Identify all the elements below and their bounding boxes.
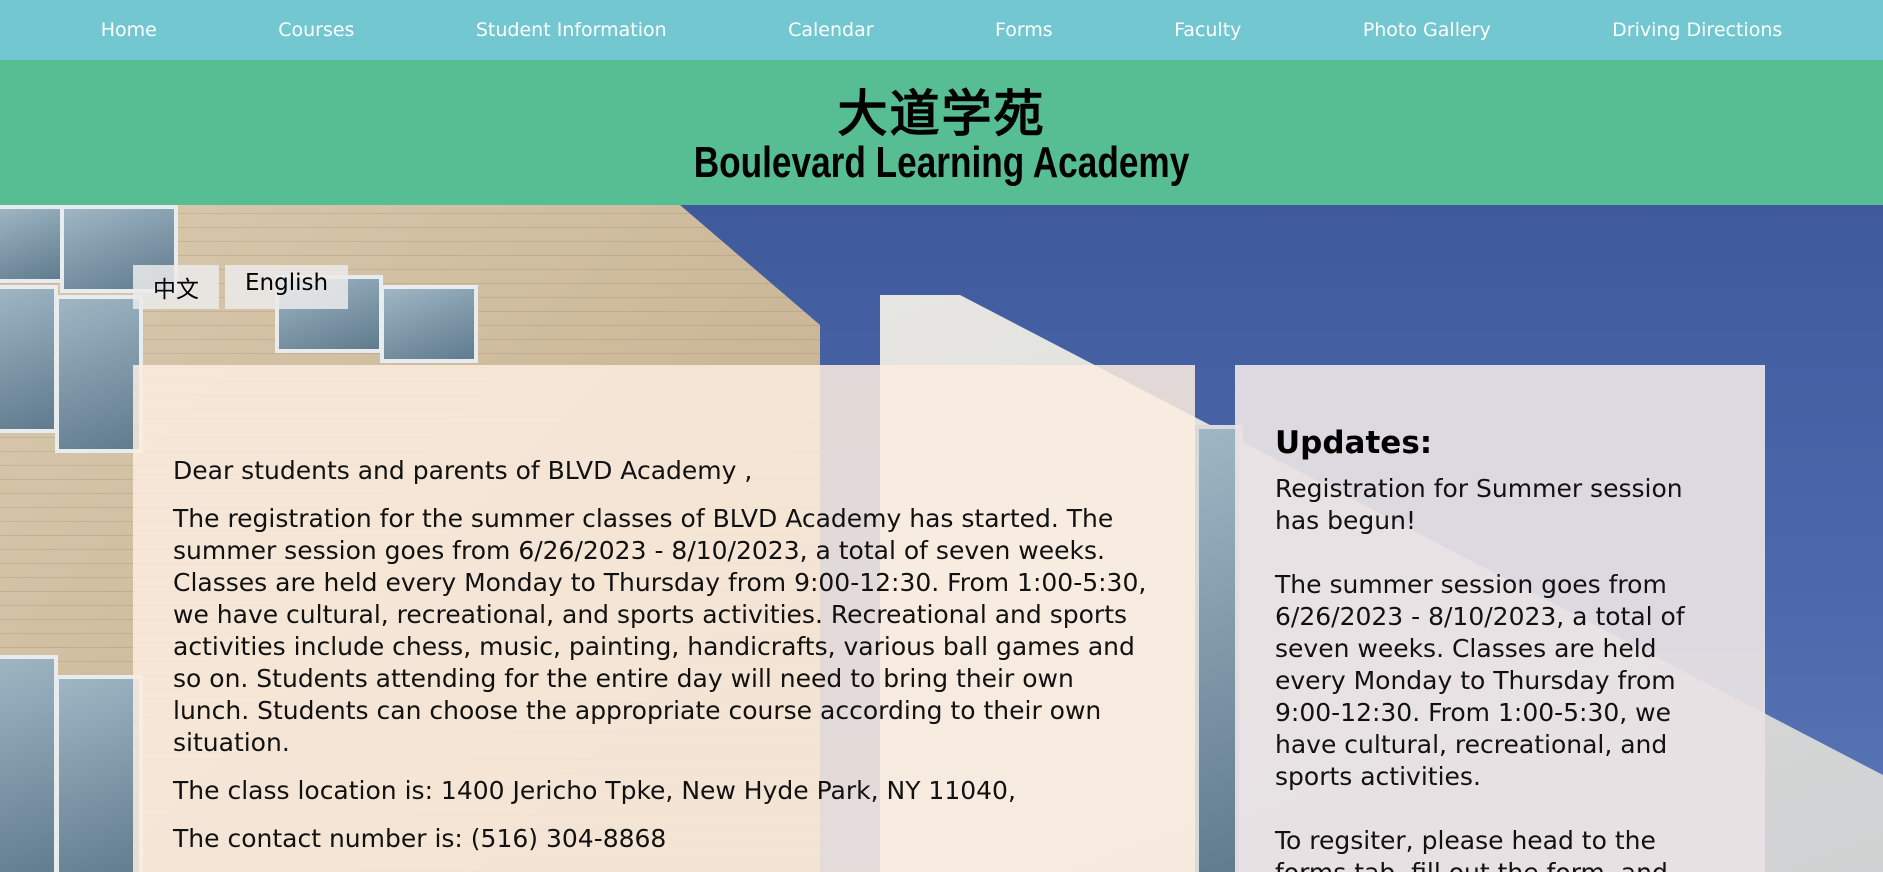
top-nav: Home Courses Student Information Calenda… <box>0 0 1883 60</box>
updates-panel: Updates: Registration for Summer session… <box>1235 365 1765 872</box>
updates-registration-text: Registration for Summer session has begu… <box>1275 474 1683 535</box>
nav-calendar-link[interactable]: Calendar <box>788 19 873 41</box>
nav-forms-link[interactable]: Forms <box>995 19 1053 41</box>
nav-student-information-link[interactable]: Student Information <box>476 19 667 41</box>
updates-title: Updates: <box>1275 425 1433 461</box>
updates-session-text: The summer session goes from 6/26/2023 -… <box>1275 570 1685 791</box>
announcement-panel: Dear students and parents of BLVD Academ… <box>133 365 1195 872</box>
nav-faculty-link[interactable]: Faculty <box>1174 19 1241 41</box>
chinese-language-button[interactable]: 中文 <box>133 265 219 309</box>
nav-driving-directions-link[interactable]: Driving Directions <box>1612 19 1782 41</box>
english-language-button[interactable]: English <box>225 265 349 309</box>
greeting-text: Dear students and parents of BLVD Academ… <box>173 456 753 485</box>
nav-photo-gallery-link[interactable]: Photo Gallery <box>1363 19 1491 41</box>
contact-number-text: The contact number is: (516) 304-8868 <box>173 824 667 853</box>
nav-home-link[interactable]: Home <box>101 19 157 41</box>
site-header: 大道学苑 Boulevard Learning Academy <box>0 60 1883 205</box>
language-toggle: 中文 English <box>133 265 349 309</box>
site-logo-chinese: 大道学苑 <box>837 84 1046 143</box>
updates-register-instructions-text: To regsiter, please head to the forms ta… <box>1275 826 1668 872</box>
nav-courses-link[interactable]: Courses <box>278 19 354 41</box>
announcement-text: The registration for the summer classes … <box>173 504 1147 757</box>
site-title: Boulevard Learning Academy <box>693 138 1190 187</box>
class-location-text: The class location is: 1400 Jericho Tpke… <box>173 776 1016 805</box>
